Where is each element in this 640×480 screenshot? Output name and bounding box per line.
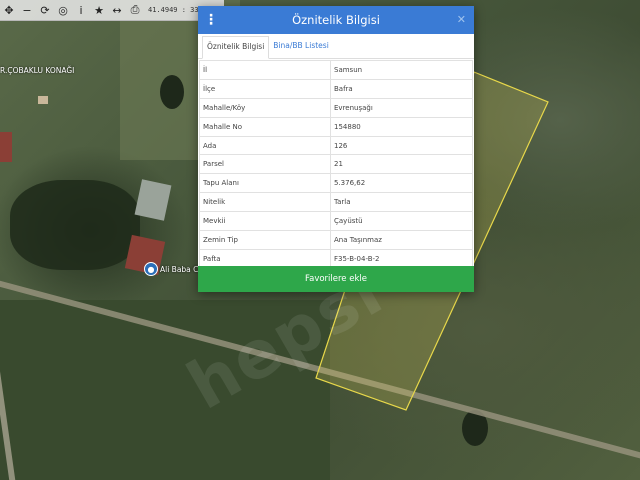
info-icon[interactable]: i [72, 0, 90, 20]
add-favorite-button[interactable]: Favorilere ekle [198, 266, 474, 292]
pin-icon: ● [144, 262, 158, 276]
attr-value: 21 [330, 154, 473, 175]
map-toolbar: ✥ − ⟳ ◎ i ★ ↔ ⎙ 41.4949 : 33.9451 [0, 0, 224, 21]
attr-key: Tapu Alanı [199, 173, 331, 194]
attr-key: Nitelik [199, 192, 331, 213]
attr-key: Mahalle No [199, 116, 331, 137]
attr-key: Mahalle/Köy [199, 97, 331, 118]
table-row: Zemin Tip Ana Taşınmaz [199, 230, 473, 250]
poi-marker[interactable]: ● Ali Baba Ci [144, 262, 201, 276]
zoom-out-icon[interactable]: − [18, 0, 36, 20]
dialog-tabs: Öznitelik Bilgisi Bina/BB Listesi [198, 34, 474, 59]
locate-icon[interactable]: ◎ [54, 0, 72, 20]
attr-value: Tarla [330, 192, 473, 213]
table-row: İlçe Bafra [199, 78, 473, 99]
close-icon[interactable]: ✕ [457, 6, 466, 34]
table-row: İl Samsun [199, 60, 473, 80]
table-row: Ada 126 [199, 135, 473, 156]
attr-key: İl [199, 60, 331, 80]
table-row: Mevkii Çayüstü [199, 211, 473, 232]
tab-attributes[interactable]: Öznitelik Bilgisi [202, 36, 270, 59]
table-row: Mahalle No 154880 [199, 116, 473, 137]
dialog-title: Öznitelik Bilgisi [292, 13, 380, 27]
tab-building-list[interactable]: Bina/BB Listesi [269, 36, 333, 58]
attr-value: Ana Taşınmaz [330, 230, 473, 250]
dialog-header: ⋮ Öznitelik Bilgisi ✕ [198, 6, 474, 34]
attr-value: 154880 [330, 116, 473, 137]
table-row: Mahalle/Köy Evrenuşağı [199, 97, 473, 118]
attribute-table: İl Samsun İlçe Bafra Mahalle/Köy Evrenuşağı… [199, 60, 473, 269]
attr-key: Parsel [199, 154, 331, 175]
attr-value: Samsun [330, 60, 473, 80]
attr-key: Zemin Tip [199, 230, 331, 250]
attr-key: İlçe [199, 78, 331, 99]
refresh-icon[interactable]: ⟳ [36, 0, 54, 20]
attr-value: 5.376,62 [330, 173, 473, 194]
poi-label: Ali Baba Ci [160, 264, 201, 274]
attr-value: Bafra [330, 78, 473, 99]
star-icon[interactable]: ★ [90, 0, 108, 20]
table-row: Parsel 21 [199, 154, 473, 175]
attr-value: Çayüstü [330, 211, 473, 232]
place-label: R.ÇOBAKLU KONAĞI [0, 66, 75, 75]
table-row: Tapu Alanı 5.376,62 [199, 173, 473, 194]
measure-icon[interactable]: ↔ [108, 0, 126, 20]
attr-key: Mevkii [199, 211, 331, 232]
print-icon[interactable]: ⎙ [126, 0, 144, 20]
table-row: Nitelik Tarla [199, 192, 473, 213]
attr-value: Evrenuşağı [330, 97, 473, 118]
attribute-dialog: ⋮ Öznitelik Bilgisi ✕ Öznitelik Bilgisi … [198, 6, 474, 292]
attr-value: 126 [330, 135, 473, 156]
pan-icon[interactable]: ✥ [0, 0, 18, 20]
attr-key: Ada [199, 135, 331, 156]
